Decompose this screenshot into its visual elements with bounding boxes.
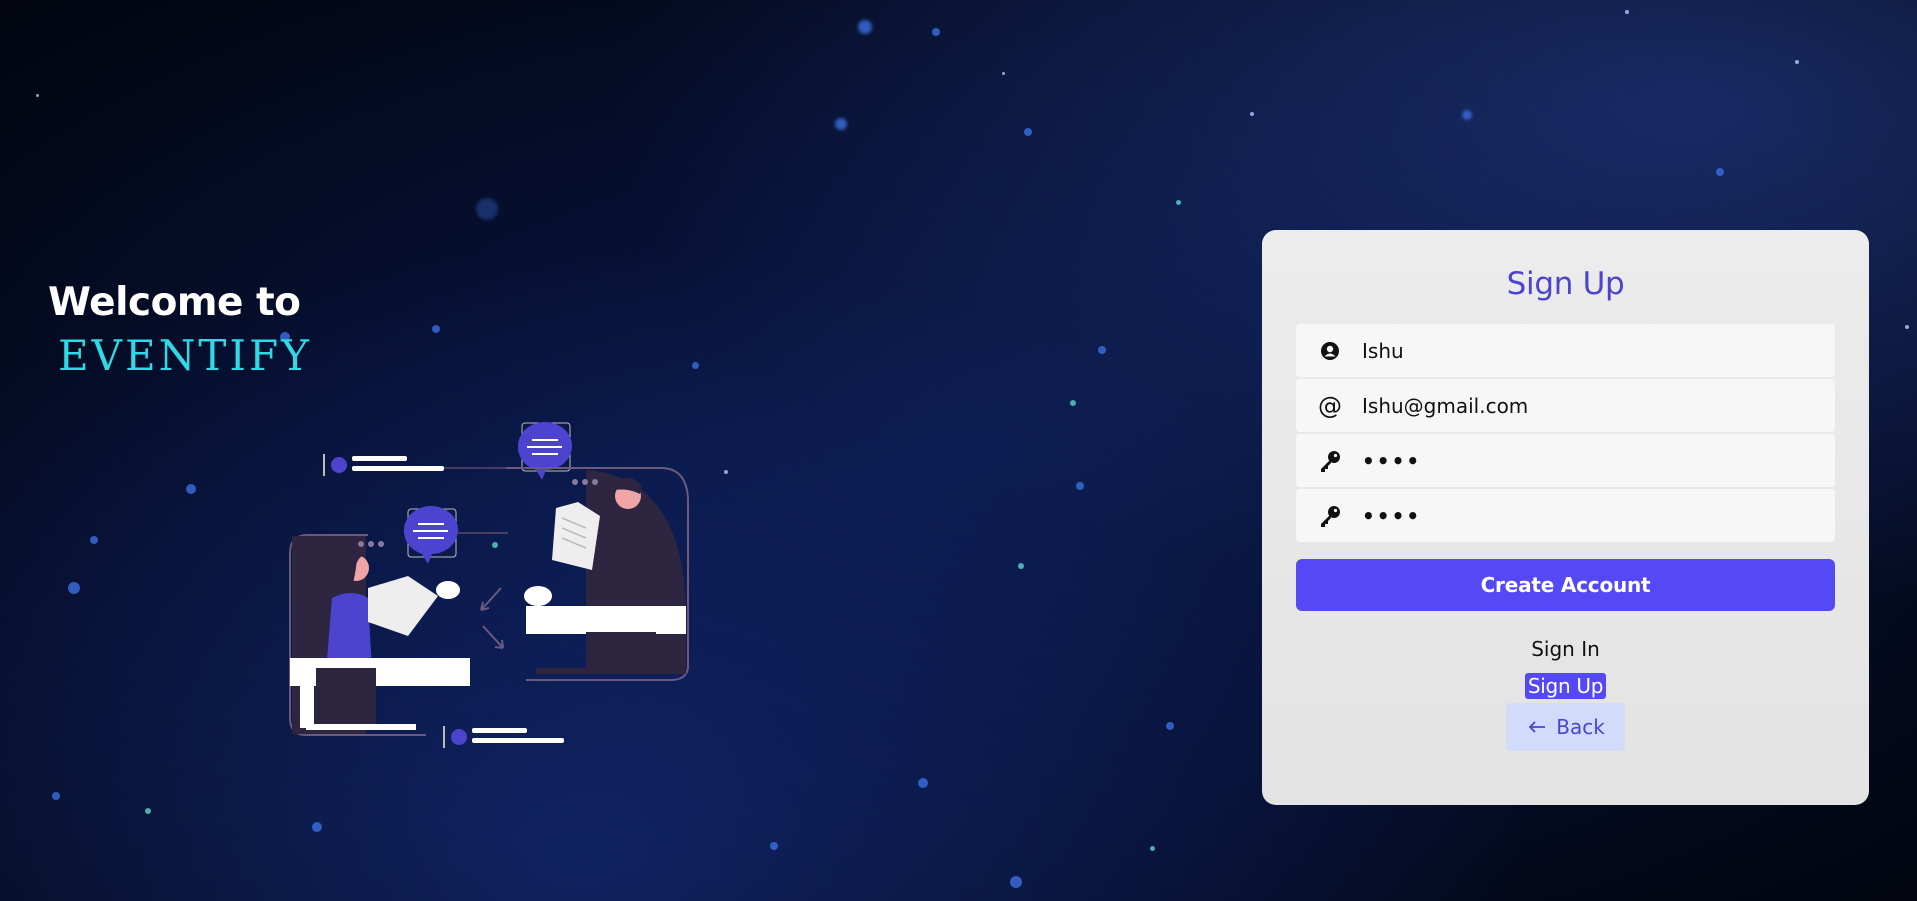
form-title: Sign Up bbox=[1506, 266, 1625, 302]
arrow-left-icon bbox=[1528, 715, 1546, 739]
brand-name: EVENTIFY bbox=[58, 331, 312, 380]
hero-section: Welcome to EVENTIFY bbox=[48, 280, 312, 380]
at-sign-icon: @ bbox=[1318, 391, 1342, 420]
username-field[interactable]: Ishu bbox=[1296, 324, 1835, 377]
key-icon bbox=[1318, 504, 1342, 528]
password-field[interactable]: •••• bbox=[1296, 434, 1835, 487]
create-account-button[interactable]: Create Account bbox=[1296, 559, 1835, 611]
back-label: Back bbox=[1556, 715, 1605, 739]
password-value: •••• bbox=[1362, 448, 1422, 473]
back-button[interactable]: Back bbox=[1506, 703, 1625, 751]
email-value: Ishu@gmail.com bbox=[1362, 393, 1529, 418]
confirm-password-value: •••• bbox=[1362, 503, 1422, 528]
auth-links: Sign In Sign Up Back bbox=[1296, 637, 1835, 751]
username-value: Ishu bbox=[1362, 338, 1404, 363]
user-circle-icon bbox=[1318, 339, 1342, 363]
confirm-password-field[interactable]: •••• bbox=[1296, 489, 1835, 542]
sign-in-link[interactable]: Sign In bbox=[1531, 637, 1600, 661]
sign-up-link[interactable]: Sign Up bbox=[1524, 673, 1607, 699]
signup-card: Sign Up Ishu @ Ishu@gmail.com •••• •••• … bbox=[1262, 230, 1869, 805]
key-icon bbox=[1318, 449, 1342, 473]
people-reading-illustration bbox=[286, 418, 696, 752]
email-field[interactable]: @ Ishu@gmail.com bbox=[1296, 379, 1835, 432]
welcome-heading: Welcome to bbox=[48, 280, 301, 325]
